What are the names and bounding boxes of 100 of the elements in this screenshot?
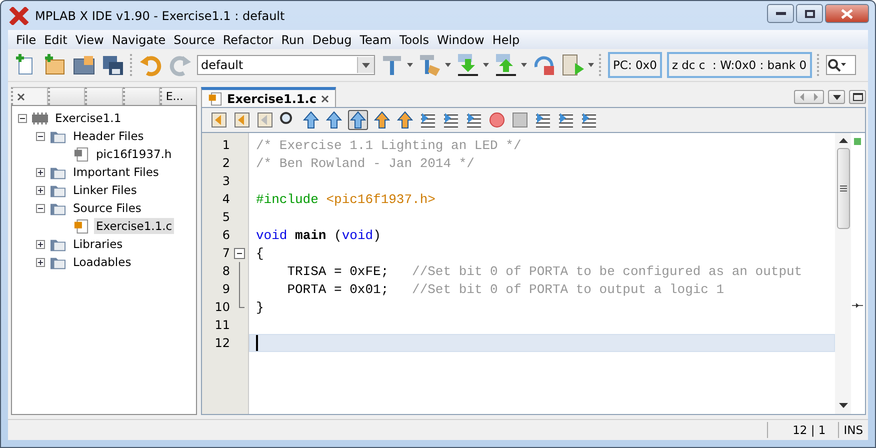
caret-icon[interactable] [445, 63, 451, 67]
scrollbar-thumb[interactable] [836, 148, 850, 229]
close-icon[interactable] [321, 94, 330, 102]
menu-item[interactable]: View [71, 32, 108, 46]
tree-item[interactable]: Important Files [71, 164, 161, 180]
line-number: 6 [222, 228, 230, 242]
code-line: /* Ben Rowland - Jan 2014 */ [256, 156, 474, 170]
cursor-position: 12 | 1 [766, 422, 838, 438]
caret-icon [357, 57, 374, 73]
h-file-icon [72, 146, 90, 162]
tree-item[interactable]: Exercise1.1 [53, 110, 124, 126]
close-icon [17, 92, 25, 100]
upload-arrow-icon[interactable] [494, 53, 518, 77]
save-icon[interactable] [101, 53, 125, 77]
menu-item[interactable]: Help [488, 32, 524, 46]
caret-icon[interactable] [407, 63, 413, 67]
panel-tab[interactable] [11, 87, 48, 105]
menu-item[interactable]: Navigate [108, 32, 170, 46]
minimize-icon [776, 12, 786, 16]
c-file-icon [72, 218, 90, 234]
menu-item[interactable]: Team [356, 32, 396, 46]
collapse-icon[interactable] [18, 114, 27, 122]
tree-item[interactable]: Header Files [71, 128, 146, 144]
code-line: #include <pic16f1937.h> [256, 192, 436, 206]
caret-icon[interactable] [521, 63, 527, 67]
caret-icon[interactable] [588, 63, 594, 67]
maximize-button[interactable] [849, 90, 866, 104]
tree-item[interactable]: Source Files [71, 200, 144, 216]
tree-item[interactable]: Linker Files [71, 182, 139, 198]
collapse-icon[interactable] [36, 132, 45, 140]
expand-icon[interactable] [36, 168, 45, 176]
tree-item[interactable]: pic16f1937.h [94, 146, 174, 162]
close-button[interactable] [825, 4, 869, 23]
status-readout: z dc c : W:0x0 : bank 0 [666, 52, 812, 78]
back-icon[interactable] [210, 111, 228, 129]
line-number: 12 [214, 336, 230, 350]
close-icon [841, 8, 853, 18]
menu-item[interactable]: Edit [40, 32, 72, 46]
code-line: PORTA = 0x01; //Set bit 0 of PORTA to output a logic 1 [286, 282, 724, 296]
line-number: 11 [214, 318, 230, 332]
code-line: } [256, 300, 264, 314]
minimize-button[interactable] [767, 4, 794, 23]
line-number: 8 [222, 264, 230, 278]
tree-item[interactable]: Loadables [71, 254, 134, 270]
collapse-icon[interactable] [234, 248, 245, 259]
expand-icon[interactable] [36, 240, 45, 248]
code-line: { [256, 246, 264, 260]
text-cursor [256, 335, 258, 351]
collapse-icon[interactable] [36, 204, 45, 212]
record-icon[interactable] [488, 111, 506, 129]
code-line: void main (void) [256, 228, 381, 242]
line-number: 1 [222, 138, 230, 152]
maximize-button[interactable] [796, 4, 823, 23]
pc-readout: PC: 0x0 [608, 52, 662, 78]
line-number: 9 [222, 282, 230, 296]
search-field[interactable] [826, 55, 856, 75]
menu-item[interactable]: Tools [395, 32, 433, 46]
folder-icon[interactable] [72, 53, 96, 77]
menu-item[interactable]: File [12, 32, 40, 46]
line-number: 5 [222, 210, 230, 224]
maximize-icon [852, 93, 862, 101]
code-line: /* Exercise 1.1 Lighting an LED */ [256, 138, 522, 152]
download-arrow-icon[interactable] [456, 53, 480, 77]
insert-mode: INS [838, 422, 868, 438]
tree-item[interactable]: Exercise1.1.c [94, 218, 174, 234]
expand-icon[interactable] [36, 186, 45, 194]
window-title: MPLAB X IDE v1.90 - Exercise1.1 : default [35, 8, 285, 22]
line-number: 2 [222, 156, 230, 170]
tab-list-button[interactable] [828, 90, 845, 104]
menu-item[interactable]: Source [170, 32, 219, 46]
panel-tab[interactable]: E... [160, 87, 198, 105]
hammer-icon[interactable] [380, 53, 404, 77]
configuration-dropdown[interactable]: default [197, 55, 375, 75]
grip-icon [840, 185, 846, 192]
c-file-icon [208, 92, 222, 106]
line-number: 4 [222, 192, 230, 206]
menu-item[interactable]: Refactor [218, 32, 278, 46]
caret-icon [832, 94, 840, 100]
scroll-down-icon[interactable] [838, 403, 848, 409]
maximize-icon [804, 10, 814, 18]
left-right-arrows-icon [799, 93, 819, 101]
hammer-broom-icon[interactable] [418, 53, 442, 77]
tree-item[interactable]: Libraries [71, 236, 125, 252]
search-icon [826, 58, 847, 72]
menu-item[interactable]: Debug [308, 32, 356, 46]
scroll-up-icon[interactable] [838, 138, 848, 144]
editor-tab[interactable]: Exercise1.1.c [201, 87, 336, 107]
caret-icon[interactable] [483, 63, 489, 67]
app-logo-icon [9, 6, 29, 24]
menu-item[interactable]: Run [277, 32, 308, 46]
chip-icon [31, 110, 49, 126]
caret-position-marker [852, 303, 863, 308]
expand-icon[interactable] [36, 258, 45, 266]
code-line: TRISA = 0xFE; //Set bit 0 of PORTA to be configured as an output [286, 264, 802, 278]
new-project-icon[interactable] [43, 53, 67, 77]
menu-item[interactable]: Window [432, 32, 488, 46]
up-arrow-icon[interactable] [373, 111, 391, 129]
stop-icon[interactable] [511, 111, 529, 129]
line-number: 7 [222, 246, 230, 260]
debug-run-icon[interactable] [561, 53, 585, 77]
